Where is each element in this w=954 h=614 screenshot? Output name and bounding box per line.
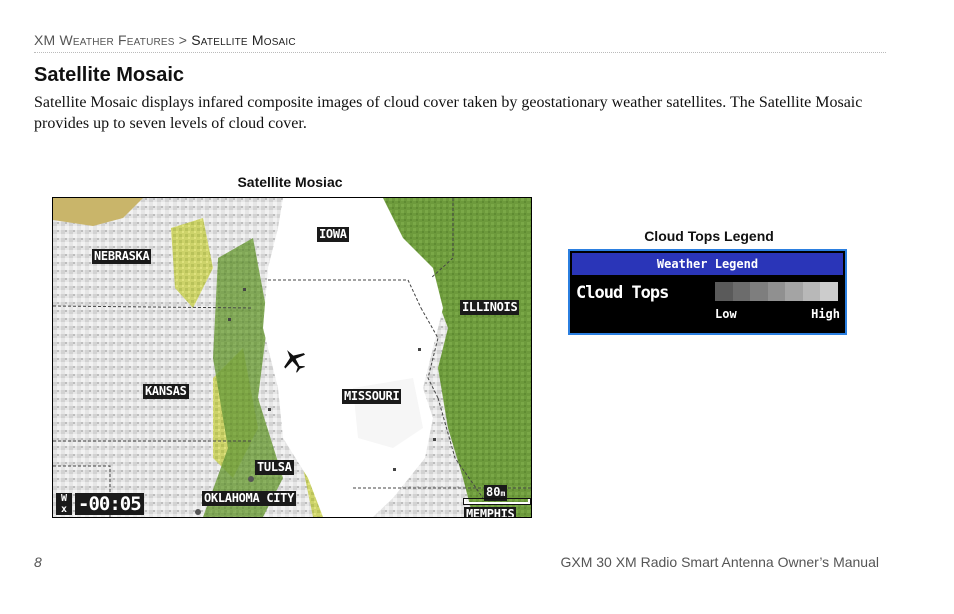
legend-swatch [820,282,838,301]
legend-name: Cloud Tops [576,283,669,303]
map-label-oklahoma-city: OKLAHOMA CITY [202,491,297,506]
map-label-illinois: ILLINOIS [460,300,520,315]
manual-title: GXM 30 XM Radio Smart Antenna Owner’s Ma… [560,554,879,570]
weather-data-icon: W x [56,493,72,515]
legend-low-label: Low [715,307,737,321]
city-dot-tulsa [248,476,254,482]
map-label-memphis: MEMPHIS [464,507,517,517]
map-label-kansas: KANSAS [143,384,189,399]
map-label-nebraska: NEBRASKA [92,249,152,264]
legend-color-scale [715,282,838,301]
breadcrumb: XM Weather Features > Satellite Mosaic [34,32,886,53]
legend-swatch [767,282,785,301]
legend-figure-caption: Cloud Tops Legend [644,228,774,244]
map-figure-caption: Satellite Mosiac [237,174,343,190]
breadcrumb-separator: > [178,32,188,48]
satellite-mosaic-map: IOWA NEBRASKA ILLINOIS KANSAS MISSOURI T… [52,197,532,518]
data-age-readout: -00:05 [75,493,144,515]
legend-header: Weather Legend [572,253,843,275]
scale-number: 80 [486,485,501,499]
map-label-tulsa: TULSA [255,460,294,475]
scale-unit: m [500,489,506,498]
body-paragraph: Satellite Mosaic displays infared compos… [34,94,863,132]
legend-swatch [732,282,750,301]
breadcrumb-current: Satellite Mosaic [191,32,296,48]
page-title: Satellite Mosaic [34,64,185,86]
cloud-tops-legend: Weather Legend Cloud Tops Low High [568,249,847,335]
breadcrumb-section[interactable]: XM Weather Features [34,32,175,48]
legend-swatch [802,282,820,301]
map-scale-bar: 80m [462,485,530,505]
page-number: 8 [34,554,42,570]
legend-swatch [785,282,803,301]
aircraft-position-icon [284,350,305,373]
map-label-iowa: IOWA [317,227,349,242]
map-label-missouri: MISSOURI [342,389,402,404]
legend-swatch [715,282,733,301]
legend-swatch [750,282,768,301]
city-dot-oklahoma-city [195,509,201,515]
legend-high-label: High [811,307,840,321]
